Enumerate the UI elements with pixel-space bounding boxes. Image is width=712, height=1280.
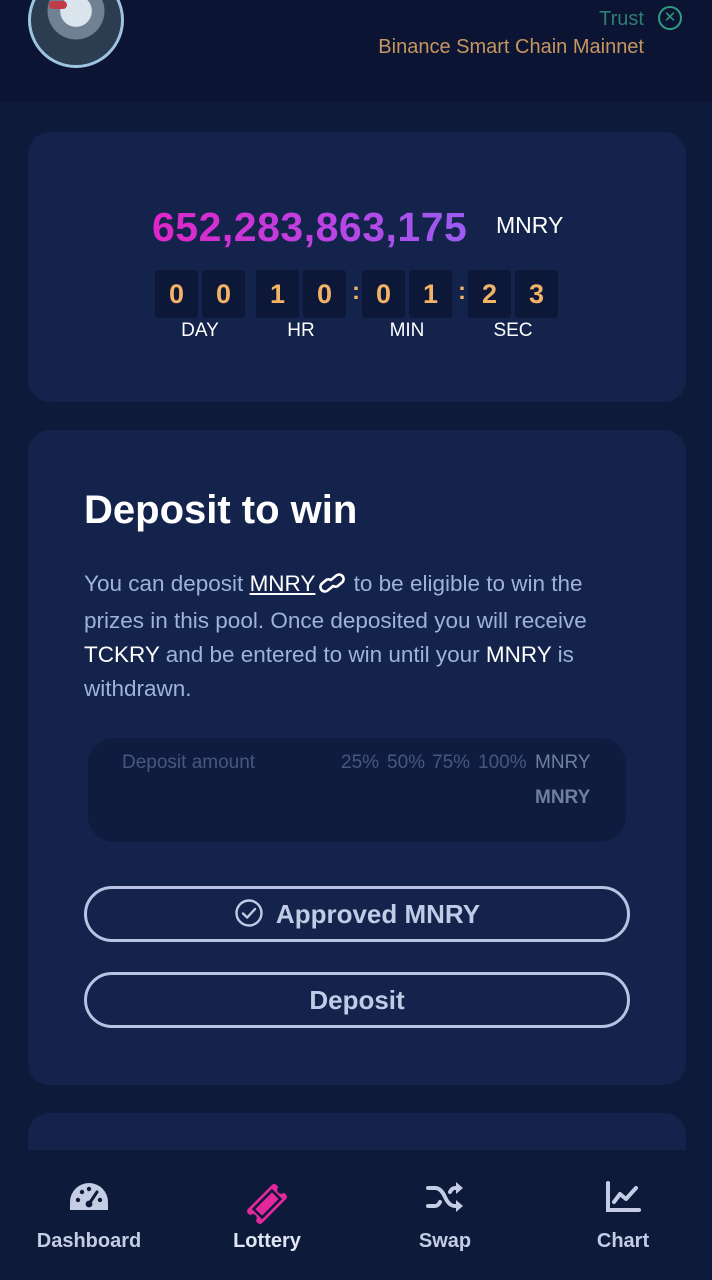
close-icon[interactable]: ✕	[658, 6, 682, 30]
nav-item-swap[interactable]: Swap	[356, 1150, 534, 1280]
deposit-button[interactable]: Deposit	[84, 972, 630, 1028]
avatar-accent	[49, 1, 67, 9]
nav-item-dashboard[interactable]: Dashboard	[0, 1150, 178, 1280]
deposit-title: Deposit to win	[84, 488, 358, 532]
desc-text: and be entered to win until your	[159, 642, 486, 667]
prize-amount: 652,283,863,175	[152, 204, 468, 250]
countdown-digit: 1	[409, 270, 452, 318]
nav-label-chart: Chart	[596, 1230, 650, 1252]
receipt-token: TCKRY	[84, 642, 160, 667]
nav-item-lottery[interactable]: Lottery	[178, 1150, 356, 1280]
countdown-digit: 2	[468, 270, 511, 318]
prize-card	[28, 132, 686, 402]
deposit-amount-input[interactable]: Deposit amount	[122, 752, 255, 774]
countdown-label-hr: HR	[287, 320, 315, 341]
deposit-description: You can deposit MNRY to be eligible to w…	[84, 567, 634, 706]
chart-line-icon	[605, 1180, 641, 1219]
nav-label-lottery: Lottery	[233, 1230, 301, 1252]
countdown-label-sec: SEC	[493, 320, 533, 341]
desc-text: You can deposit	[84, 571, 250, 596]
wallet-name: Trust	[599, 8, 644, 30]
percent-75-button[interactable]: 75%	[432, 752, 470, 774]
ticket-icon	[243, 1180, 291, 1233]
nav-label-dashboard: Dashboard	[36, 1230, 142, 1252]
countdown-digit: 0	[303, 270, 346, 318]
nav-label-swap: Swap	[418, 1230, 472, 1252]
countdown-label-day: DAY	[181, 320, 219, 341]
check-circle-icon	[234, 894, 264, 944]
link-icon[interactable]	[319, 570, 346, 604]
balance-unit: MNRY	[535, 787, 591, 808]
approved-label: Approved MNRY	[275, 899, 481, 929]
network-name: Binance Smart Chain Mainnet	[378, 36, 644, 58]
countdown-label-min: MIN	[389, 320, 425, 341]
approved-button[interactable]: Approved MNRY	[84, 886, 630, 942]
prize-unit: MNRY	[496, 212, 564, 238]
token-link[interactable]: MNRY	[250, 571, 316, 596]
token-name: MNRY	[485, 642, 552, 667]
countdown-digit: 3	[515, 270, 558, 318]
percent-100-button[interactable]: 100%	[478, 752, 527, 774]
countdown-separator: :	[352, 278, 360, 305]
percent-25-button[interactable]: 25%	[341, 752, 379, 774]
countdown-digit: 0	[362, 270, 405, 318]
countdown-digit: 0	[155, 270, 198, 318]
gauge-icon	[68, 1180, 110, 1219]
percent-50-button[interactable]: 50%	[387, 752, 425, 774]
countdown-digit: 1	[256, 270, 299, 318]
countdown-separator: :	[458, 278, 466, 305]
shuffle-icon	[425, 1180, 465, 1219]
amount-unit: MNRY	[535, 752, 591, 773]
countdown-digit: 0	[202, 270, 245, 318]
nav-item-chart[interactable]: Chart	[534, 1150, 712, 1280]
